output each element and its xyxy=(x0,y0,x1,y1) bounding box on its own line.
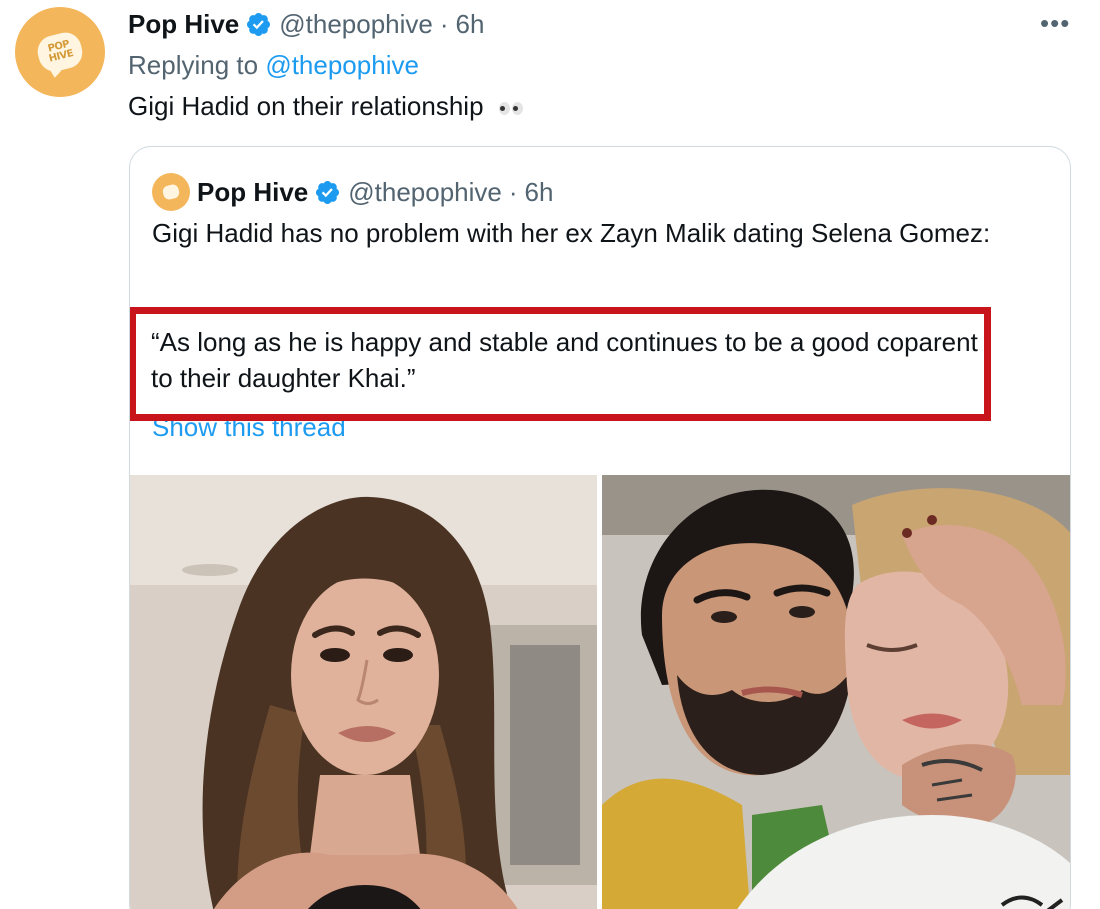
media-grid[interactable] xyxy=(130,475,1070,909)
replying-to-label: Replying to xyxy=(128,50,266,80)
author-handle[interactable]: @thepophive xyxy=(279,6,433,42)
quoted-author-avatar xyxy=(152,173,190,211)
quoted-tweet-text: Gigi Hadid has no problem with her ex Za… xyxy=(152,218,991,248)
quoted-author-name: Pop Hive xyxy=(197,177,309,207)
quoted-tweet-card[interactable]: Pop Hive @thepophive · 6h Gigi Hadid has… xyxy=(129,146,1071,909)
separator-dot: · xyxy=(508,177,518,207)
tweet[interactable]: POP HIVE Pop Hive @thepophive · 6h ••• Re… xyxy=(0,0,1100,909)
pop-hive-logo-icon: POP HIVE xyxy=(34,29,86,75)
more-options-icon[interactable]: ••• xyxy=(1040,8,1070,39)
replying-to-line: Replying to @thepophive xyxy=(128,47,419,83)
verified-badge-icon xyxy=(314,179,341,206)
photo-woman-portrait[interactable] xyxy=(130,475,597,909)
quoted-tweet-header: Pop Hive @thepophive · 6h xyxy=(152,173,553,211)
tweet-header: Pop Hive @thepophive · 6h xyxy=(128,6,484,42)
quoted-tweet-timestamp: 6h xyxy=(524,177,554,207)
eyes-emoji-icon xyxy=(498,101,523,115)
tweet-timestamp[interactable]: 6h xyxy=(456,6,485,42)
separator-dot: · xyxy=(439,9,449,39)
photo-couple-selfie[interactable] xyxy=(602,475,1070,909)
tweet-text: Gigi Hadid on their relationship xyxy=(128,88,523,124)
quoted-author-handle: @thepophive xyxy=(348,177,502,207)
verified-badge-icon xyxy=(245,11,272,38)
author-name[interactable]: Pop Hive xyxy=(128,6,239,42)
reply-mention-link[interactable]: @thepophive xyxy=(265,50,419,80)
highlighted-quote: “As long as he is happy and stable and c… xyxy=(130,307,991,421)
author-avatar[interactable]: POP HIVE xyxy=(15,7,105,97)
tweet-body: Gigi Hadid on their relationship xyxy=(128,91,484,121)
